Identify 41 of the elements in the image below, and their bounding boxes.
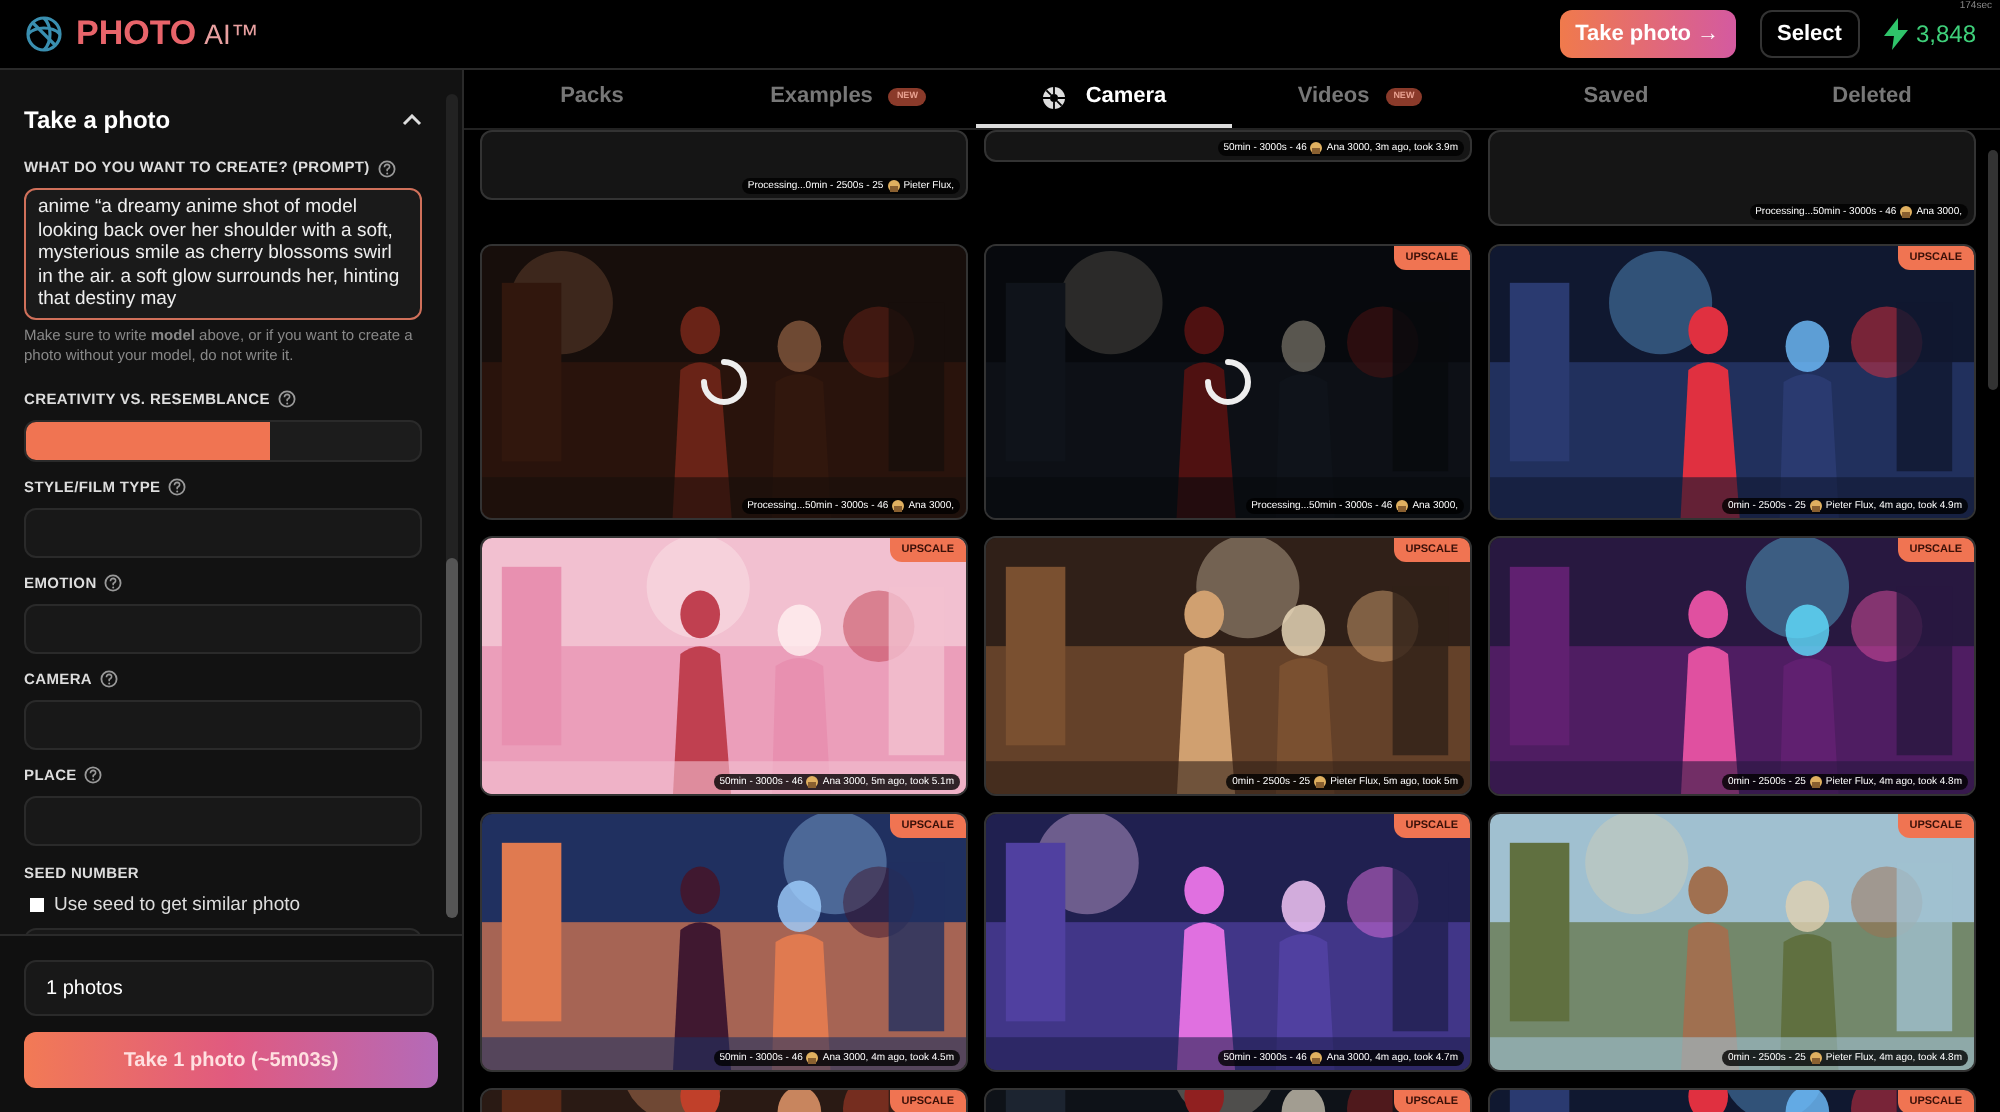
- help-icon: [84, 766, 103, 784]
- checkbox-label: Use seed to get similar photo: [54, 891, 301, 920]
- logo-suffix: AI™: [204, 15, 259, 53]
- input-field[interactable]: [24, 699, 422, 749]
- avatar-icon: [1314, 776, 1327, 788]
- avatar-icon: [1809, 1052, 1822, 1064]
- tab[interactable]: Saved: [1488, 70, 1744, 128]
- credits-count: 3,848: [1915, 18, 1976, 52]
- logo-text: PHOTO: [76, 12, 197, 57]
- aperture-icon: [1041, 85, 1066, 109]
- avatar-icon: [806, 1052, 819, 1064]
- input-field[interactable]: [24, 795, 422, 845]
- input-field[interactable]: [24, 507, 422, 557]
- chevron-icon[interactable]: [402, 114, 422, 126]
- help-icon: [277, 390, 296, 408]
- take-photo-button[interactable]: Take photo →: [1559, 10, 1736, 58]
- photo-count-field[interactable]: 1 photos: [24, 960, 434, 1016]
- slider-fill[interactable]: [26, 421, 271, 459]
- avatar-icon: [1310, 142, 1323, 154]
- input-field[interactable]: [24, 603, 422, 653]
- avatar-icon: [1396, 500, 1409, 512]
- panel-title: Take a photo: [24, 104, 171, 138]
- logo-icon: [24, 14, 64, 54]
- help-icon: [104, 574, 123, 592]
- prompt-field[interactable]: anime “a dreamy anime shot of model looking back over her shoulder with a soft, mysterious smile as cherry blossoms swirl in the air. a soft glow surrounds her, hinting that destiny may: [24, 188, 422, 319]
- avatar-icon: [1310, 1052, 1323, 1064]
- help-icon: [168, 478, 187, 496]
- slider-track[interactable]: [24, 419, 422, 461]
- avatar-icon: [892, 500, 905, 512]
- checkbox[interactable]: [30, 898, 44, 913]
- lightning-icon: [1883, 18, 1908, 50]
- help-icon: [100, 670, 119, 688]
- select-button[interactable]: Select: [1759, 10, 1860, 58]
- avatar-icon: [806, 776, 819, 788]
- avatar-icon: [1809, 500, 1822, 512]
- avatar-icon: [887, 180, 900, 192]
- help-icon: [377, 159, 396, 177]
- tab[interactable]: Packs: [464, 70, 720, 128]
- avatar-icon: [1900, 206, 1913, 218]
- tab[interactable]: Deleted: [1744, 70, 2000, 128]
- avatar-icon: [1809, 776, 1822, 788]
